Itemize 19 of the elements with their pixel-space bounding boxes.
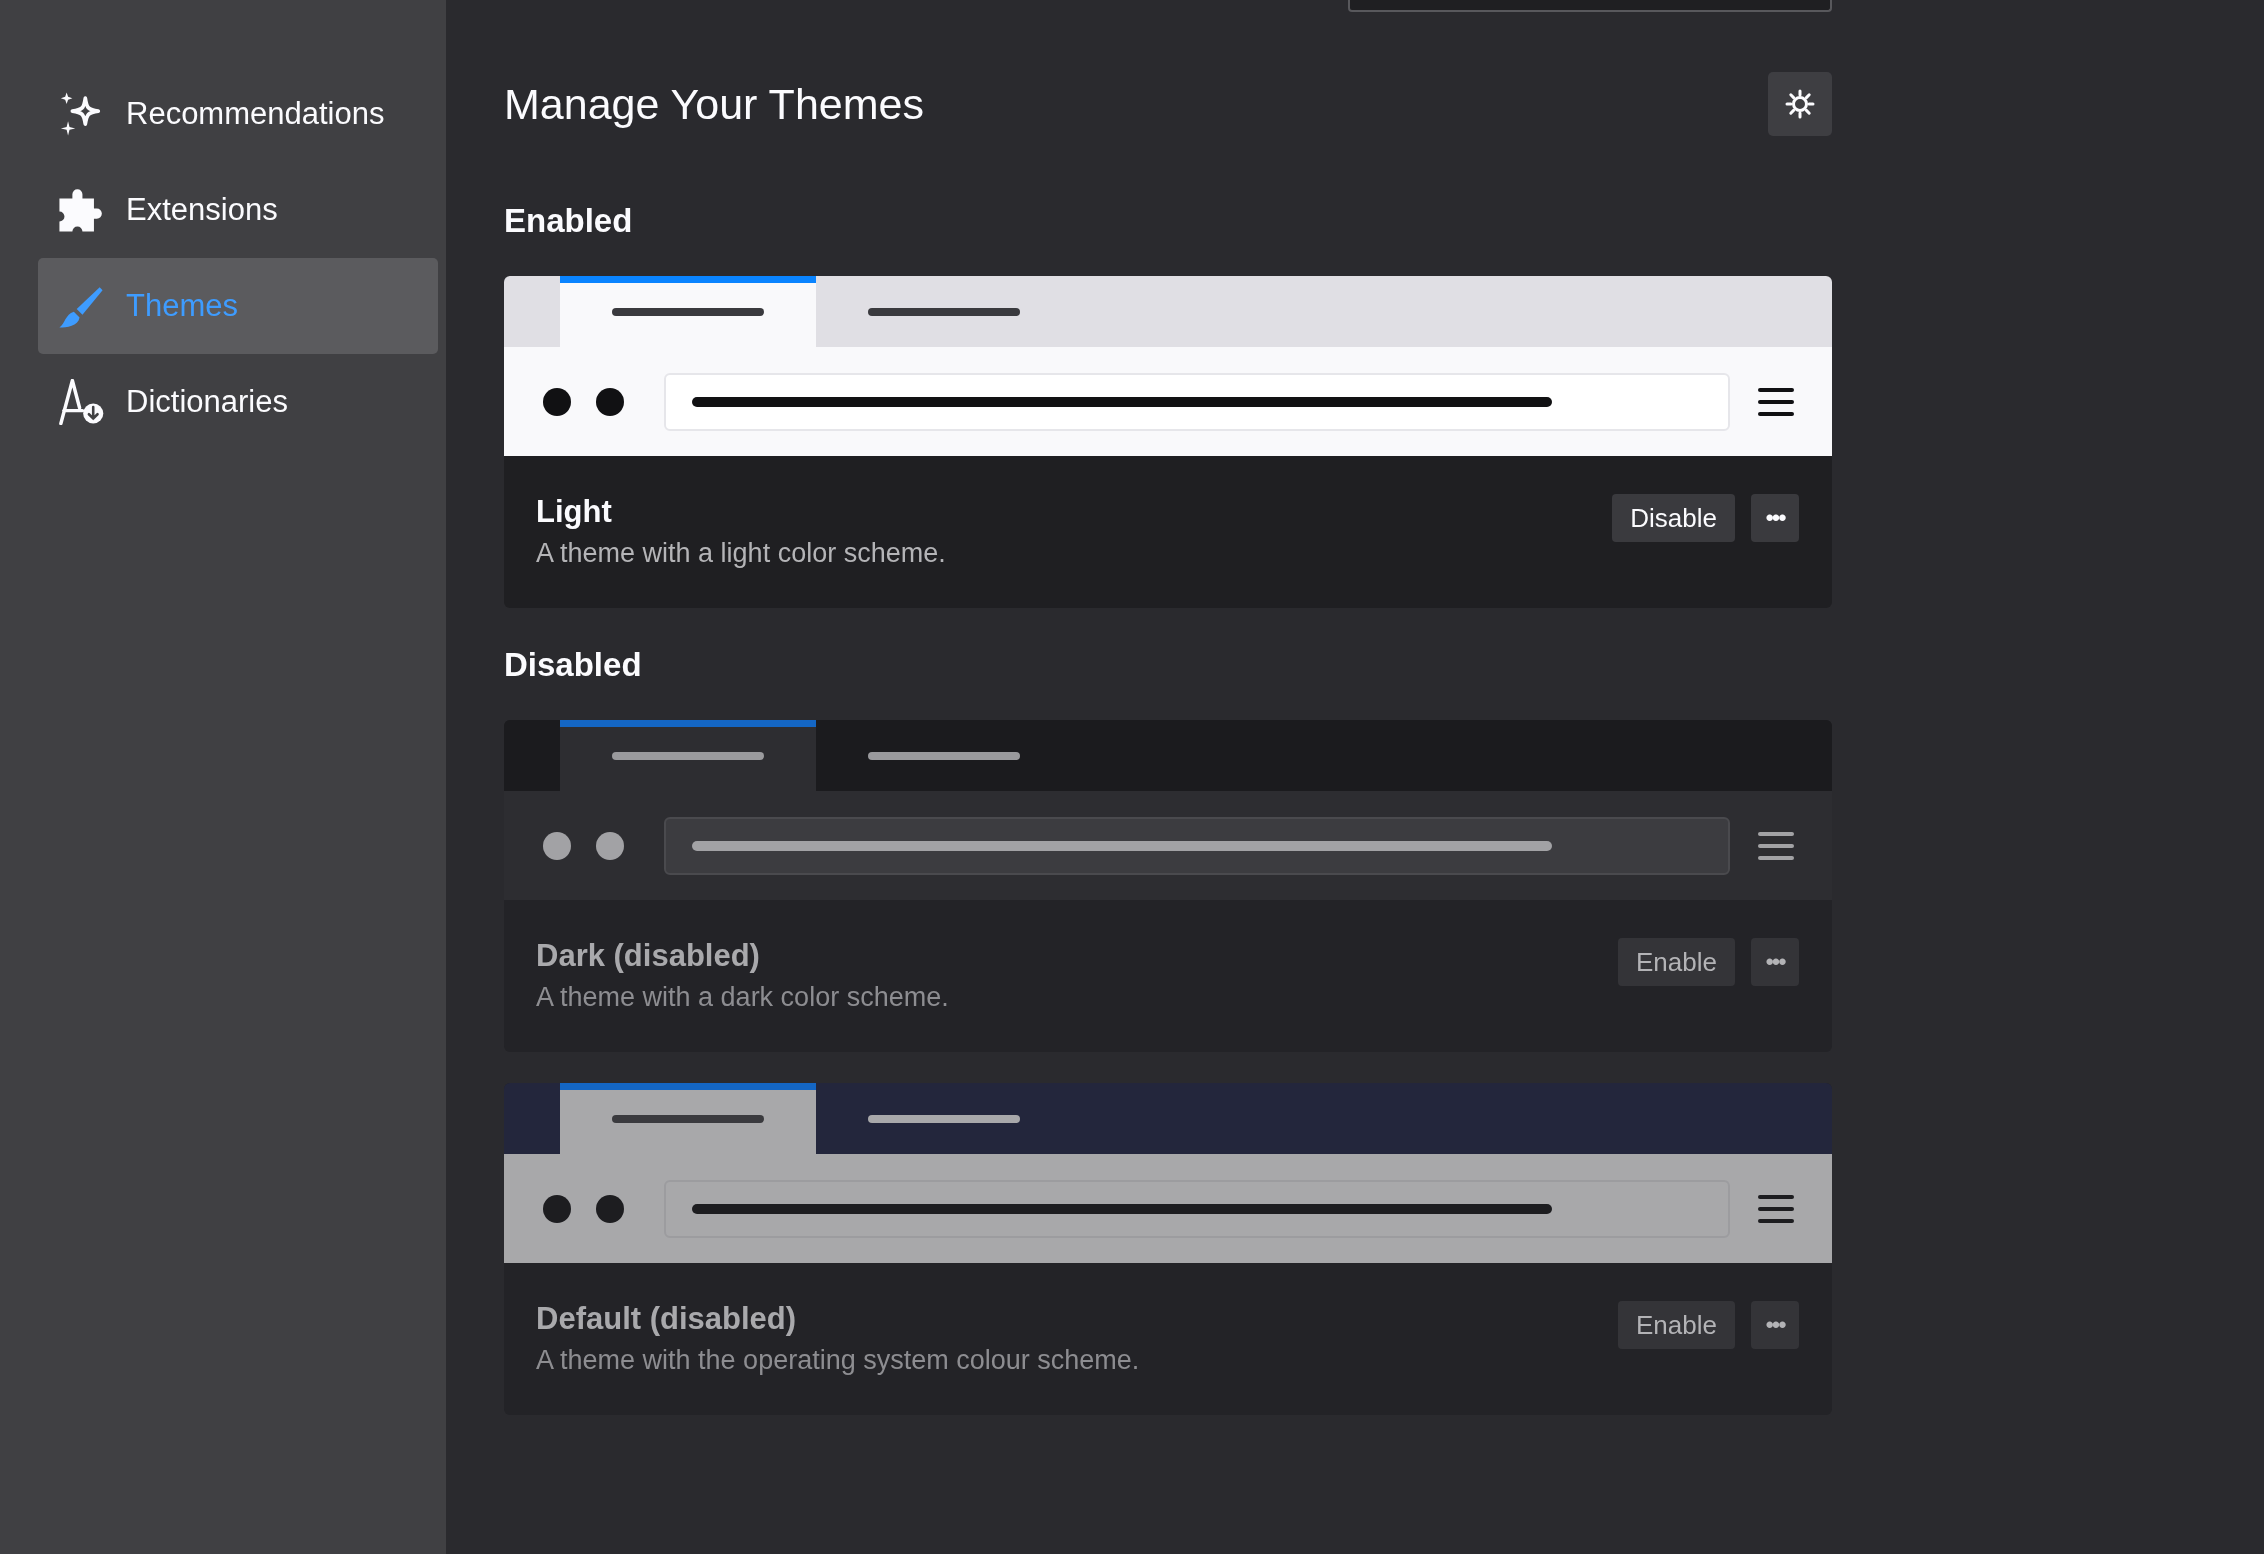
theme-name: Light bbox=[536, 494, 613, 530]
theme-name: Dark (disabled) bbox=[536, 938, 761, 974]
dictionary-icon bbox=[58, 379, 104, 425]
sidebar-item[interactable]: Dictionaries bbox=[38, 354, 438, 450]
sidebar-item[interactable]: Extensions bbox=[38, 162, 438, 258]
section-heading: Enabled bbox=[504, 201, 634, 241]
page-title: Manage Your Themes bbox=[504, 79, 924, 129]
settings-button[interactable] bbox=[1768, 72, 1832, 136]
disable-button[interactable]: Disable bbox=[1612, 494, 1735, 542]
settings-icon bbox=[1785, 89, 1815, 119]
theme-description: A theme with the operating system colour scheme. bbox=[536, 1345, 1140, 1376]
theme-description: A theme with a light color scheme. bbox=[536, 538, 946, 569]
section-heading: Disabled bbox=[504, 645, 643, 685]
search-field[interactable] bbox=[1348, 0, 1832, 12]
sidebar-item[interactable]: Recommendations bbox=[38, 66, 438, 162]
puzzle-icon bbox=[58, 187, 104, 233]
theme-name: Default (disabled) bbox=[536, 1301, 798, 1337]
more-options-button[interactable]: ••• bbox=[1751, 494, 1799, 542]
theme-description: A theme with a dark color scheme. bbox=[536, 982, 949, 1013]
